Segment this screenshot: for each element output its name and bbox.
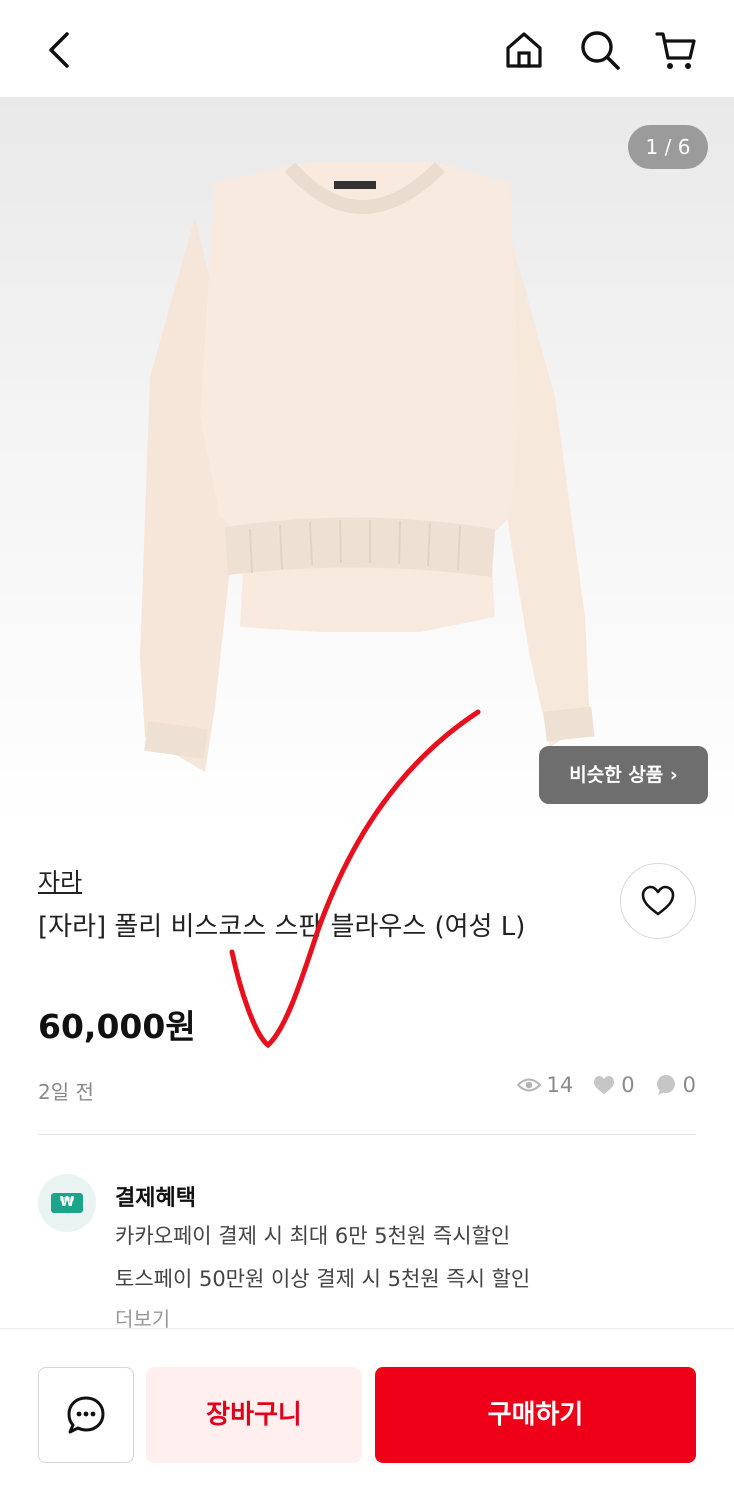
search-button[interactable] <box>576 26 624 74</box>
heart-icon <box>641 885 675 916</box>
benefit-title: 결제혜택 <box>115 1186 196 1211</box>
heart-icon <box>594 1076 615 1094</box>
product-meta: 2일 전 14 0 0 <box>38 1073 696 1105</box>
add-to-cart-button[interactable]: 장바구니 <box>146 1367 362 1463</box>
likes-stat: 0 <box>593 1073 635 1097</box>
comments-stat: 0 <box>655 1073 696 1097</box>
product-title: [자라] 폴리 비스코스 스판 블라우스 (여성 L) <box>38 912 526 942</box>
chat-bubble-icon <box>67 1396 105 1434</box>
product-image-gallery[interactable]: 1 / 6 비슷한 상품 › <box>0 97 734 832</box>
posted-time: 2일 전 <box>38 1080 94 1104</box>
back-button[interactable] <box>36 26 84 74</box>
blouse-product-image <box>140 162 595 772</box>
search-icon <box>581 31 620 70</box>
section-divider <box>38 1134 696 1135</box>
comments-count: 0 <box>682 1073 696 1097</box>
payment-benefit-icon: ₩ <box>38 1174 96 1232</box>
similar-products-button[interactable]: 비슷한 상품 › <box>539 746 708 804</box>
views-count: 14 <box>546 1073 574 1097</box>
benefit-line-tosspay: 토스페이 50만원 이상 결제 시 5천원 즉시 할인 <box>115 1267 531 1291</box>
chat-button[interactable] <box>38 1367 134 1463</box>
likes-count: 0 <box>621 1073 635 1097</box>
top-nav-bar <box>0 0 734 97</box>
cart-icon <box>655 32 696 69</box>
home-icon <box>506 32 542 68</box>
bottom-action-bar: 장바구니 구매하기 <box>0 1328 734 1501</box>
image-counter: 1 / 6 <box>628 125 708 169</box>
views-stat: 14 <box>516 1073 574 1097</box>
cart-button[interactable] <box>652 26 700 74</box>
eye-icon <box>516 1078 541 1092</box>
product-price: 60,000원 <box>38 1007 196 1046</box>
comment-icon <box>656 1075 675 1095</box>
home-button[interactable] <box>500 26 548 74</box>
won-symbol: ₩ <box>59 1195 75 1210</box>
like-button[interactable] <box>620 863 696 939</box>
product-stats: 14 0 0 <box>507 1073 696 1097</box>
buy-now-button[interactable]: 구매하기 <box>375 1367 696 1463</box>
benefit-line-kakaopay: 카카오페이 결제 시 최대 6만 5천원 즉시할인 <box>115 1224 511 1248</box>
chevron-left-icon <box>49 32 69 68</box>
brand-link[interactable]: 자라 <box>38 862 82 897</box>
